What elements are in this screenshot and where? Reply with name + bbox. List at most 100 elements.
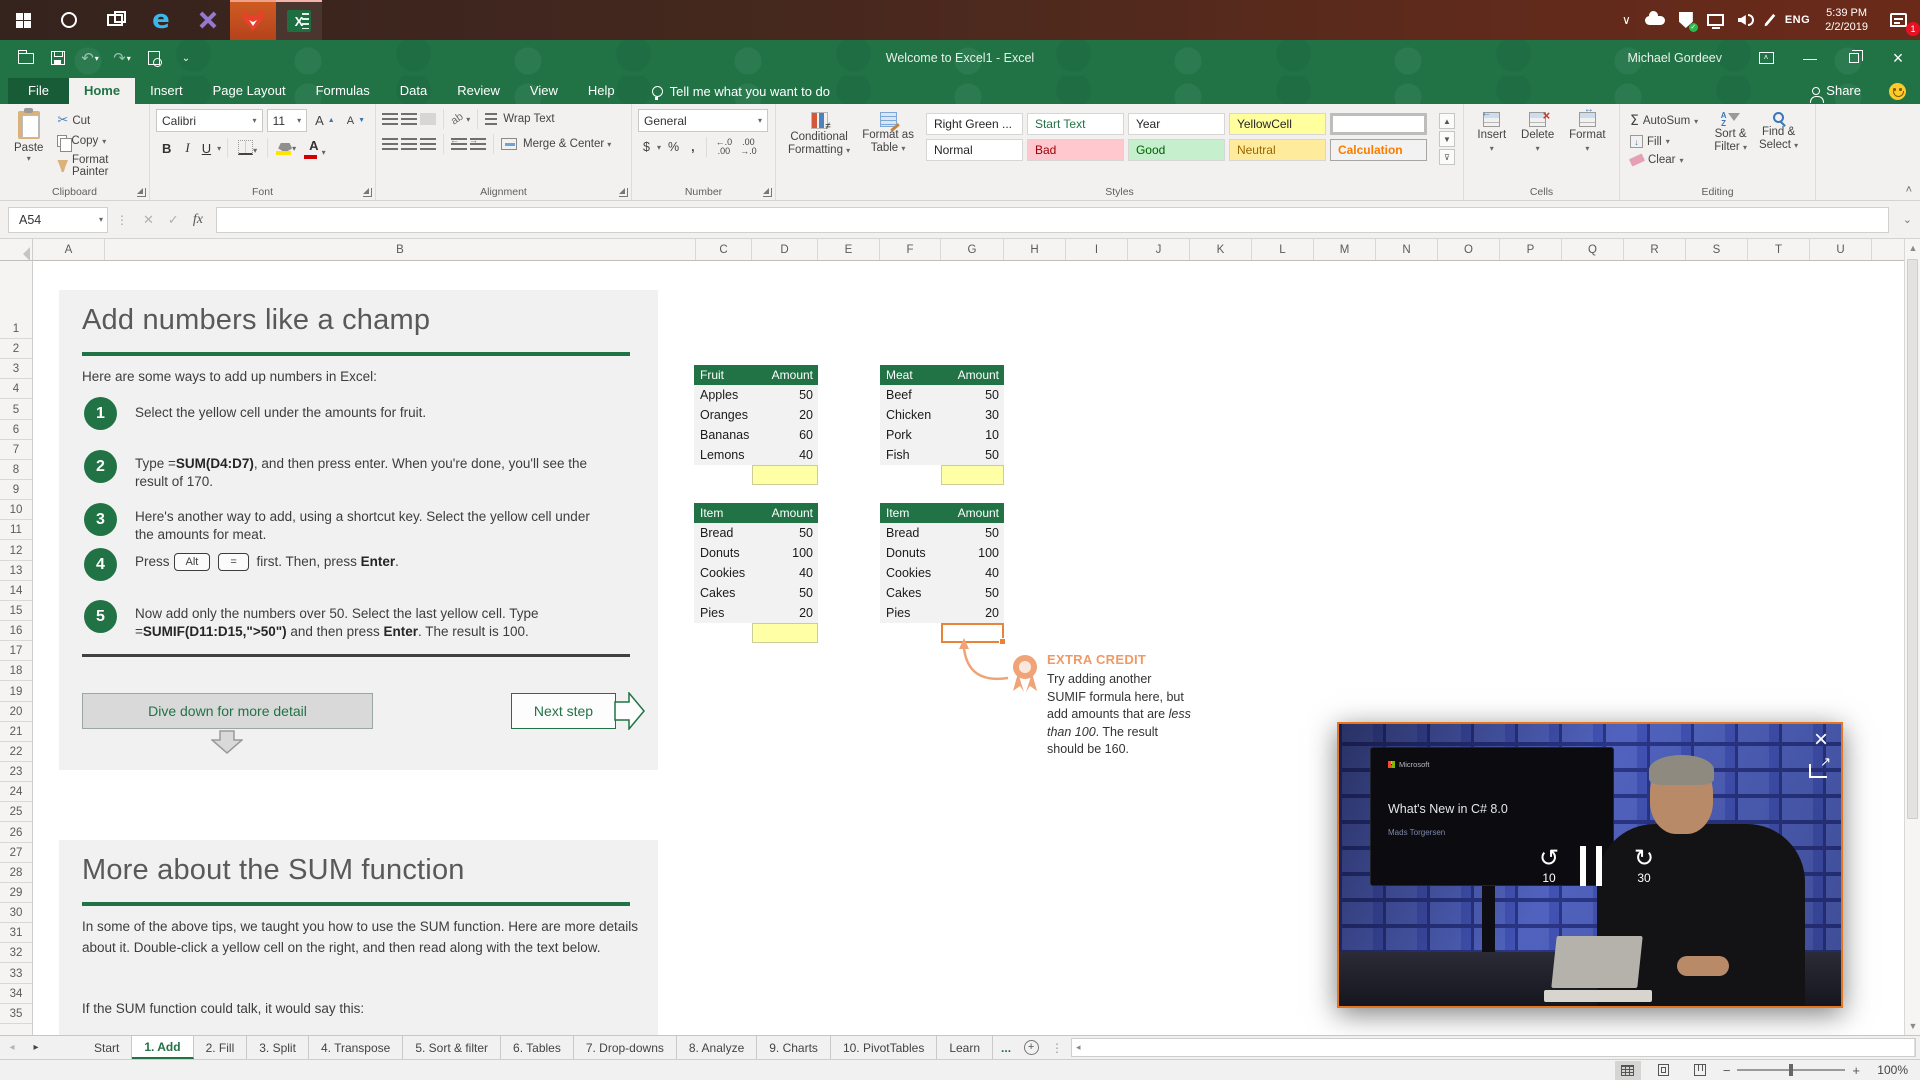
row-header-15[interactable]: 15	[0, 601, 32, 621]
amount-cell[interactable]: 20	[752, 405, 818, 425]
cut-button[interactable]: ✂Cut	[53, 111, 143, 130]
row-header-28[interactable]: 28	[0, 863, 32, 883]
amount-cell[interactable]: 50	[752, 583, 818, 603]
amount-cell[interactable]: 10	[941, 425, 1004, 445]
format-cells-button[interactable]: Format▾	[1563, 109, 1611, 183]
video-overlay[interactable]: Microsoft What's New in C# 8.0 Mads Torg…	[1337, 722, 1843, 1008]
amount-cell[interactable]: 60	[752, 425, 818, 445]
onedrive-tray[interactable]	[1638, 0, 1672, 40]
signed-in-user[interactable]: Michael Gordeev	[1628, 51, 1723, 65]
autosum-button[interactable]: ΣAutoSum▾	[1626, 111, 1702, 131]
amount-cell[interactable]: 50	[941, 385, 1004, 405]
amount-cell[interactable]: 50	[941, 523, 1004, 543]
sheet-tab-5-sort-filter[interactable]: 5. Sort & filter	[403, 1036, 501, 1059]
horizontal-scroll-thumb[interactable]	[1085, 1039, 1915, 1056]
zoom-slider-thumb[interactable]	[1789, 1064, 1793, 1076]
column-header-D[interactable]: D	[752, 239, 818, 261]
align-right-icon[interactable]	[420, 138, 436, 150]
item-cell[interactable]: Donuts	[880, 543, 941, 563]
formula-input[interactable]	[216, 207, 1889, 233]
amount-cell[interactable]: 20	[941, 603, 1004, 623]
amount-cell[interactable]: 50	[752, 523, 818, 543]
item-cell[interactable]: Chicken	[880, 405, 941, 425]
scroll-left-arrow[interactable]: ◂	[1072, 1042, 1085, 1053]
amount-cell[interactable]: 100	[941, 543, 1004, 563]
visual-studio-button[interactable]	[184, 0, 230, 40]
ribbon-tab-formulas[interactable]: Formulas	[301, 78, 385, 104]
cell-style-neutral[interactable]: Neutral	[1229, 139, 1326, 161]
row-header-18[interactable]: 18	[0, 661, 32, 681]
sheet-tab-10-pivottables[interactable]: 10. PivotTables	[831, 1036, 937, 1059]
font-dialog-launcher[interactable]	[363, 188, 372, 197]
row-header-3[interactable]: 3	[0, 359, 32, 379]
zoom-out-button[interactable]: −	[1723, 1063, 1731, 1078]
print-preview-button[interactable]	[140, 45, 168, 71]
scroll-up-arrow[interactable]: ▲	[1905, 239, 1920, 257]
tab-scroll-left-button[interactable]: ◂	[0, 1036, 24, 1059]
column-header-A[interactable]: A	[33, 239, 105, 261]
cancel-entry-button[interactable]: ✕	[136, 212, 161, 228]
item-cell[interactable]: Beef	[880, 385, 941, 405]
sheet-tab-3-split[interactable]: 3. Split	[247, 1036, 309, 1059]
row-header-12[interactable]: 12	[0, 540, 32, 560]
amount-cell[interactable]: 40	[941, 563, 1004, 583]
sheet-tab-7-drop-downs[interactable]: 7. Drop-downs	[574, 1036, 677, 1059]
column-header-M[interactable]: M	[1314, 239, 1376, 261]
decrease-indent-icon[interactable]	[451, 138, 467, 150]
italic-button[interactable]: I	[179, 139, 195, 157]
ribbon-tab-view[interactable]: View	[515, 78, 573, 104]
item-cell[interactable]: Bananas	[694, 425, 752, 445]
top-align-icon[interactable]	[382, 113, 398, 125]
gallery-up-button[interactable]: ▲	[1439, 113, 1455, 129]
cortana-button[interactable]	[46, 0, 92, 40]
row-header-14[interactable]: 14	[0, 581, 32, 601]
copy-button[interactable]: Copy▾	[53, 133, 143, 149]
customize-qat-button[interactable]: ⌄	[172, 45, 200, 71]
close-button[interactable]: ×	[1876, 40, 1920, 76]
feedback-smiley-icon[interactable]	[1889, 83, 1906, 100]
column-header-P[interactable]: P	[1500, 239, 1562, 261]
column-header-J[interactable]: J	[1128, 239, 1190, 261]
vertical-scrollbar[interactable]: ▲ ▼	[1904, 239, 1920, 1035]
row-header-34[interactable]: 34	[0, 984, 32, 1004]
column-header-N[interactable]: N	[1376, 239, 1438, 261]
amount-cell[interactable]: 50	[941, 445, 1004, 465]
clock[interactable]: 5:39 PM 2/2/2019	[1817, 6, 1876, 34]
column-header-L[interactable]: L	[1252, 239, 1314, 261]
row-header-24[interactable]: 24	[0, 782, 32, 802]
item-cell[interactable]: Oranges	[694, 405, 752, 425]
shrink-font-button[interactable]: A▼	[343, 109, 369, 132]
row-header-23[interactable]: 23	[0, 762, 32, 782]
insert-cells-button[interactable]: Insert▾	[1471, 109, 1512, 183]
column-header-F[interactable]: F	[880, 239, 941, 261]
tell-me-box[interactable]: Tell me what you want to do	[652, 84, 830, 104]
ribbon-tab-home[interactable]: Home	[69, 78, 135, 104]
gallery-more-button[interactable]: ⊽	[1439, 149, 1455, 165]
alignment-dialog-launcher[interactable]	[619, 188, 628, 197]
amount-cell[interactable]: 50	[941, 583, 1004, 603]
fill-color-button[interactable]: ▾	[274, 141, 300, 156]
excel-taskbar-button[interactable]: X	[276, 0, 322, 40]
row-header-32[interactable]: 32	[0, 943, 32, 963]
item-cell[interactable]: Bread	[880, 523, 941, 543]
row-header-6[interactable]: 6	[0, 420, 32, 440]
row-header-13[interactable]: 13	[0, 561, 32, 581]
zoom-in-button[interactable]: +	[1852, 1063, 1860, 1078]
conditional-formatting-button[interactable]: Conditional Formatting ▾	[782, 109, 856, 183]
ribbon-tab-review[interactable]: Review	[442, 78, 515, 104]
cell-style-year[interactable]: Year	[1128, 113, 1225, 135]
number-format-select[interactable]: General▾	[638, 109, 768, 132]
display-tray[interactable]	[1700, 0, 1731, 40]
open-button[interactable]	[12, 45, 40, 71]
row-header-31[interactable]: 31	[0, 923, 32, 943]
sheet-tab-2-fill[interactable]: 2. Fill	[194, 1036, 248, 1059]
normal-view-button[interactable]	[1615, 1061, 1641, 1080]
yellow-formula-cell[interactable]	[752, 465, 818, 485]
increase-decimal-button[interactable]: ←.0.00	[713, 138, 736, 156]
confirm-entry-button[interactable]: ✓	[161, 212, 186, 228]
item-cell[interactable]: Pies	[694, 603, 752, 623]
sheet-tab-4-transpose[interactable]: 4. Transpose	[309, 1036, 403, 1059]
cell-style-start-text[interactable]: Start Text	[1027, 113, 1124, 135]
row-header-5[interactable]: 5	[0, 399, 32, 419]
sort-filter-button[interactable]: AZ Sort & Filter ▾	[1708, 109, 1753, 183]
